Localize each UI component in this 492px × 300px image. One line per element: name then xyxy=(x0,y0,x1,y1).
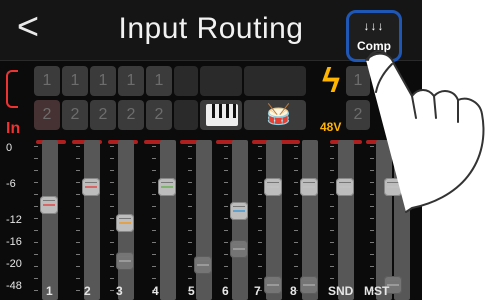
fader-track-snd[interactable] xyxy=(338,140,354,300)
fader-ticks xyxy=(34,146,38,296)
fader-ticks xyxy=(110,146,114,296)
fader-knob-6[interactable] xyxy=(230,202,248,220)
channel-label-8: 8 xyxy=(290,284,297,298)
fader-track-2[interactable] xyxy=(84,140,100,300)
fader-ticks xyxy=(152,146,156,296)
phantom-power-label: 48V xyxy=(320,120,342,134)
fader-knob-3[interactable] xyxy=(116,214,134,232)
fader-ghost-5 xyxy=(194,256,212,274)
fader-ghost-8 xyxy=(300,276,318,294)
route-r1-empty-c[interactable] xyxy=(244,66,306,96)
fader-ticks xyxy=(76,146,80,296)
tap-hand-illustration xyxy=(365,50,485,213)
fader-ticks xyxy=(294,146,298,296)
channel-label-6: 6 xyxy=(222,284,229,298)
phantom-power-icon[interactable]: ϟ xyxy=(322,62,340,101)
fader-ghost-6 xyxy=(230,240,248,258)
fader-track-1[interactable] xyxy=(42,140,58,300)
fader-track-4[interactable] xyxy=(160,140,176,300)
channel-label-5: 5 xyxy=(188,284,195,298)
route-r2-c3[interactable]: 2 xyxy=(90,100,116,130)
fader-track-6[interactable] xyxy=(232,140,248,300)
channel-label-2: 2 xyxy=(84,284,91,298)
fader-knob-1[interactable] xyxy=(40,196,58,214)
fader-ghost-7 xyxy=(264,276,282,294)
drum-kit-icon: 🥁 xyxy=(266,104,291,126)
route-r2-c1[interactable]: 2 xyxy=(34,100,60,130)
input-plug-icon xyxy=(6,70,18,108)
channel-label-7: 7 xyxy=(254,284,261,298)
route-r1-c5[interactable]: 1 xyxy=(146,66,172,96)
fader-knob-8[interactable] xyxy=(300,178,318,196)
comp-arrows-icon: ↓↓↓ xyxy=(363,19,385,33)
page-title: Input Routing xyxy=(118,12,304,45)
fader-ghost-3 xyxy=(116,252,134,270)
route-r1-empty-b[interactable] xyxy=(200,66,242,96)
keyboard-icon xyxy=(206,104,238,126)
fader-track-5[interactable] xyxy=(196,140,212,300)
channel-label-1: 1 xyxy=(46,284,53,298)
route-r2-c4[interactable]: 2 xyxy=(118,100,144,130)
route-r2-c5[interactable]: 2 xyxy=(146,100,172,130)
input-label: In xyxy=(6,120,21,137)
route-r1-c3[interactable]: 1 xyxy=(90,66,116,96)
fader-ticks xyxy=(188,146,192,296)
route-r1-empty-a[interactable] xyxy=(174,66,198,96)
fader-knob-snd[interactable] xyxy=(336,178,354,196)
fader-ticks xyxy=(224,146,228,296)
fader-knob-2[interactable] xyxy=(82,178,100,196)
fader-knob-7[interactable] xyxy=(264,178,282,196)
fader-ticks xyxy=(258,146,262,296)
channel-label-3: 3 xyxy=(116,284,123,298)
channel-label-mst: MST xyxy=(364,284,390,298)
route-r2-empty-a[interactable] xyxy=(174,100,198,130)
route-r1-c4[interactable]: 1 xyxy=(118,66,144,96)
fader-ticks xyxy=(330,146,334,296)
fader-knob-4[interactable] xyxy=(158,178,176,196)
route-r1-c2[interactable]: 1 xyxy=(62,66,88,96)
route-r1-c1[interactable]: 1 xyxy=(34,66,60,96)
route-r2-c2[interactable]: 2 xyxy=(62,100,88,130)
channel-label-4: 4 xyxy=(152,284,159,298)
input-side: In xyxy=(0,62,34,142)
channel-label-snd: SND xyxy=(328,284,354,298)
back-button[interactable]: < xyxy=(10,8,46,46)
